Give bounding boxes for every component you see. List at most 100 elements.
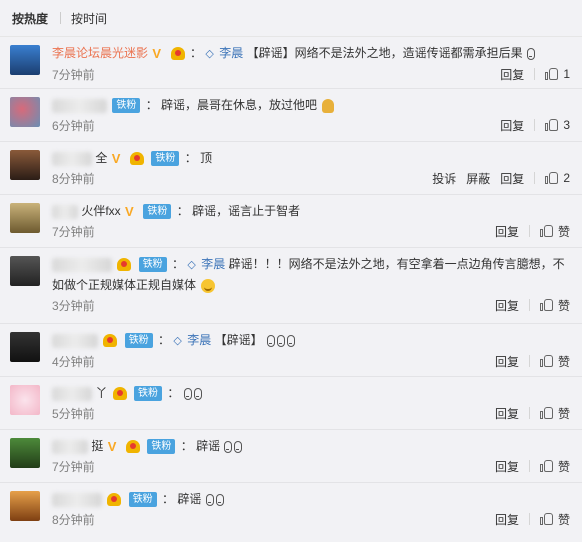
blurred-username [52, 151, 92, 166]
avatar[interactable] [10, 256, 40, 286]
blurred-username [52, 386, 92, 401]
reply-button[interactable]: 回复 [495, 405, 519, 422]
comment-time: 3分钟前 [52, 298, 95, 313]
avatar[interactable] [10, 332, 40, 362]
reply-button[interactable]: 回复 [500, 117, 524, 134]
action-divider [528, 355, 530, 367]
fan-badge: 铁粉 [124, 333, 153, 349]
like-count: 赞 [557, 224, 570, 239]
like-thumb-icon[interactable] [545, 118, 559, 132]
like-count: 1 [563, 67, 570, 81]
comment-username[interactable]: 挺 [91, 439, 103, 453]
mic-emoji-icon [276, 334, 285, 347]
comment-text: 辟谣 [177, 492, 202, 506]
like-count: 赞 [557, 459, 570, 474]
mic-emoji-icon [224, 440, 233, 453]
mic-emoji-icon [234, 440, 243, 453]
action-divider [534, 68, 536, 80]
reply-button[interactable]: 回复 [500, 170, 524, 187]
comment-line: 火伴fxx V 铁粉 ： 辟谣，谣言止于智者 [52, 201, 570, 221]
like-thumb-icon[interactable] [545, 67, 559, 81]
sort-by-heat-tab[interactable]: 按热度 [12, 10, 56, 27]
comment-username[interactable]: 丫 [95, 386, 107, 400]
like-count: 赞 [557, 354, 570, 369]
avatar[interactable] [10, 203, 40, 233]
mention-link[interactable]: 李晨 [187, 333, 211, 347]
comment-line: 全 V 铁粉 ： 顶 [52, 148, 570, 168]
mic-emoji-icon [266, 334, 275, 347]
comment-line: 挺 V 铁粉 ： 辟谣 [52, 436, 570, 456]
blurred-username [52, 257, 112, 272]
avatar[interactable] [10, 97, 40, 127]
avatar[interactable] [10, 385, 40, 415]
comment-time: 5分钟前 [52, 406, 95, 421]
comment-time: 7分钟前 [52, 67, 95, 82]
reply-button[interactable]: 回复 [495, 353, 519, 370]
like-thumb-icon[interactable] [545, 171, 559, 185]
fan-badge: 铁粉 [143, 204, 172, 220]
like-count: 2 [563, 171, 570, 185]
like-thumb-icon[interactable] [539, 224, 554, 238]
comment-time: 7分钟前 [52, 459, 95, 474]
mic-emoji-icon [286, 334, 295, 347]
avatar[interactable] [10, 150, 40, 180]
comment-username[interactable]: 李晨论坛晨光迷影 [52, 46, 148, 60]
comment-item: 铁粉 ： 辟谣 8分钟前 回复 赞 [0, 483, 582, 536]
comment-item: 李晨论坛晨光迷影 V ： ◇ 李晨 【辟谣】网络不是法外之地，造谣传谣都需承担后… [0, 37, 582, 89]
diamond-icon: ◇ [173, 335, 182, 347]
comment-time: 6分钟前 [52, 118, 95, 133]
comment-time: 8分钟前 [52, 512, 95, 527]
avatar[interactable] [10, 45, 40, 75]
action-divider [528, 407, 530, 419]
reply-button[interactable]: 回复 [495, 297, 519, 314]
diamond-icon: ◇ [187, 259, 196, 271]
report-button[interactable]: 投诉 [432, 170, 456, 187]
comment-time: 7分钟前 [52, 224, 95, 239]
comment-line: 李晨论坛晨光迷影 V ： ◇ 李晨 【辟谣】网络不是法外之地，造谣传谣都需承担后… [52, 43, 570, 64]
comment-username[interactable]: 火伴fxx [81, 204, 120, 218]
like-thumb-icon[interactable] [539, 354, 554, 368]
comment-meta: 6分钟前 回复 3 [52, 115, 570, 135]
fan-badge: 铁粉 [128, 492, 157, 508]
comment-item: 铁粉 ： ◇ 李晨 辟谣！！！网络不是法外之地，有空拿着一点边角传言臆想，不如做… [0, 248, 582, 324]
mic-emoji-icon [205, 493, 214, 506]
sort-bar: 按热度 按时间 [0, 0, 582, 37]
action-divider [528, 460, 530, 472]
avatar[interactable] [10, 438, 40, 468]
fan-heart-icon [103, 334, 118, 348]
comment-item: 丫 铁粉 ： 5分钟前 回复 赞 [0, 377, 582, 430]
verified-v-icon: V [107, 438, 117, 454]
like-thumb-icon[interactable] [539, 459, 554, 473]
sort-by-time-tab[interactable]: 按时间 [71, 10, 115, 27]
reply-button[interactable]: 回复 [500, 66, 524, 83]
reply-button[interactable]: 回复 [495, 458, 519, 475]
fan-badge: 铁粉 [151, 151, 180, 167]
mic-emoji-icon [193, 387, 202, 400]
fan-heart-icon [170, 47, 185, 61]
mention-link[interactable]: 李晨 [219, 46, 243, 60]
comment-line: 铁粉 ： ◇ 李晨 辟谣！！！网络不是法外之地，有空拿着一点边角传言臆想，不如做… [52, 257, 565, 293]
blurred-username [52, 492, 102, 507]
comment-text: 【辟谣】网络不是法外之地，造谣传谣都需承担后果 [246, 46, 523, 60]
like-thumb-icon[interactable] [539, 298, 554, 312]
mic-emoji-icon [215, 493, 224, 506]
avatar[interactable] [10, 491, 40, 521]
comment-meta: 7分钟前 回复 1 [52, 64, 570, 84]
comment-line: 丫 铁粉 ： [52, 383, 570, 403]
fan-badge: 铁粉 [138, 257, 167, 273]
like-thumb-icon[interactable] [539, 406, 554, 420]
comment-meta: 5分钟前 回复 赞 [52, 403, 570, 423]
comment-text: 辟谣，谣言止于智者 [192, 204, 301, 218]
fan-heart-icon [126, 440, 141, 454]
comment-username[interactable]: 全 [95, 151, 107, 165]
block-button[interactable]: 屏蔽 [466, 170, 490, 187]
reply-button[interactable]: 回复 [495, 511, 519, 528]
like-thumb-icon[interactable] [539, 512, 554, 526]
action-divider [534, 172, 536, 184]
mention-link[interactable]: 李晨 [201, 257, 225, 271]
comment-item: 火伴fxx V 铁粉 ： 辟谣，谣言止于智者 7分钟前 回复 赞 [0, 195, 582, 248]
diamond-icon: ◇ [205, 48, 214, 60]
fan-badge: 铁粉 [112, 98, 141, 114]
reply-button[interactable]: 回复 [495, 223, 519, 240]
verified-v-icon: V [125, 203, 134, 219]
